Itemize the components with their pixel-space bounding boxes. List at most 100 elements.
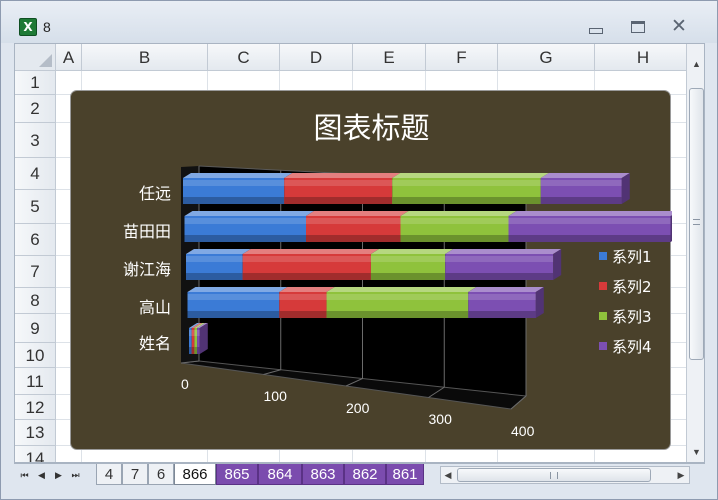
maximize-button[interactable] <box>626 17 650 37</box>
column-header[interactable]: F <box>426 44 498 71</box>
row-header[interactable]: 3 <box>15 123 56 158</box>
close-button[interactable]: ✕ <box>667 17 691 37</box>
minimize-button[interactable] <box>584 17 608 37</box>
chart-x-tick-label: 300 <box>428 411 452 428</box>
chart-bar-highlight <box>183 180 285 186</box>
column-header[interactable]: E <box>353 44 426 71</box>
vertical-scroll-thumb[interactable] <box>689 88 704 360</box>
sheet-tab[interactable]: 864 <box>258 464 302 485</box>
row-header[interactable]: 14 <box>15 446 56 462</box>
chart-bar-top <box>468 287 544 292</box>
chart-x-tick-label: 400 <box>511 423 535 439</box>
chart-bar-highlight <box>306 218 401 224</box>
row-header[interactable]: 10 <box>15 343 56 368</box>
chart-bar-side <box>553 249 562 280</box>
chart-bar-shadow <box>186 273 243 280</box>
scroll-down-arrow-icon[interactable]: ▼ <box>690 446 703 459</box>
chart-legend-item[interactable]: 系列1 <box>599 241 669 271</box>
sheet-tab[interactable]: 865 <box>216 464 258 485</box>
chart-category-label: 高山 <box>138 298 171 317</box>
chart-bar-shadow <box>400 235 509 242</box>
first-sheet-icon[interactable]: ⏮ <box>18 468 31 482</box>
row-header[interactable]: 8 <box>15 288 56 314</box>
scroll-left-arrow-icon[interactable]: ◀ <box>442 468 454 482</box>
chart-bar-shadow <box>242 273 371 280</box>
sheet-tab[interactable]: 863 <box>302 464 344 485</box>
sheet-tab[interactable]: 862 <box>344 464 386 485</box>
chart-bar-top <box>392 173 549 178</box>
select-all-corner[interactable] <box>15 44 56 71</box>
column-header[interactable]: C <box>208 44 280 71</box>
column-header[interactable]: B <box>82 44 208 71</box>
chart-bar-shadow <box>194 347 198 354</box>
column-header[interactable]: D <box>280 44 353 71</box>
sheet-tab[interactable]: 861 <box>386 464 424 485</box>
column-header[interactable]: A <box>56 44 82 71</box>
last-sheet-icon[interactable]: ⏭ <box>69 468 82 482</box>
next-sheet-icon[interactable]: ▶ <box>52 468 65 482</box>
row-header[interactable]: 2 <box>15 95 56 123</box>
worksheet-grid[interactable]: ABCDEFGH 1 2 3 4 5 6 7 8 9 10 11 12 13 14 图表标题 任远 苗田田谢… <box>14 43 705 463</box>
sheet-tab[interactable]: 866 <box>174 464 216 485</box>
chart-bar-group <box>183 173 630 204</box>
chart-bar-top <box>279 287 335 292</box>
chart-bar-shadow <box>392 197 541 204</box>
chart-x-tick-label: 0 <box>181 376 189 392</box>
chart-bar-top <box>445 249 562 254</box>
row-header[interactable]: 13 <box>15 420 56 446</box>
chart-bar-highlight <box>508 218 671 224</box>
vertical-scrollbar[interactable]: ▲ ▼ <box>686 44 704 462</box>
chart-bar-highlight <box>540 180 622 186</box>
horizontal-scroll-thumb[interactable] <box>457 468 651 482</box>
chart-bar-top <box>508 211 672 216</box>
chart-bar-highlight <box>194 330 198 336</box>
chart-bar-top <box>242 249 379 254</box>
chart-area[interactable]: 图表标题 任远 苗田田 谢江海 高山 姓名 0 100 200 300 400 系列1 系列2 系列… <box>70 90 672 450</box>
chart-bar-highlight <box>392 180 541 186</box>
chart-bar-shadow <box>326 311 469 318</box>
row-header[interactable]: 11 <box>15 368 56 395</box>
chart-bar-shadow <box>191 347 195 354</box>
row-header[interactable]: 1 <box>15 71 56 95</box>
chart-bar-shadow <box>370 273 446 280</box>
window-titlebar[interactable]: X 8 ✕ <box>1 1 717 43</box>
scroll-up-arrow-icon[interactable]: ▲ <box>690 58 703 71</box>
legend-swatch-icon <box>599 342 607 350</box>
chart-bar-highlight <box>184 218 306 224</box>
close-icon: ✕ <box>671 16 687 37</box>
column-header[interactable]: G <box>498 44 595 71</box>
chart-bar-shadow <box>306 235 401 242</box>
chart-x-tick-label: 100 <box>263 387 287 404</box>
chart-bar-group <box>184 211 672 242</box>
row-header[interactable]: 9 <box>15 314 56 343</box>
chart-bar-group <box>189 323 208 354</box>
chart-bar-shadow <box>468 311 536 318</box>
chart-bar-shadow <box>445 273 554 280</box>
row-header[interactable]: 4 <box>15 158 56 190</box>
column-header[interactable]: H <box>595 44 692 71</box>
chart-category-label: 姓名 <box>138 334 171 353</box>
chart-bar-top <box>186 249 251 254</box>
chart-title[interactable]: 图表标题 <box>71 105 672 147</box>
excel-icon[interactable]: X <box>19 18 37 36</box>
sheet-tab[interactable]: 7 <box>122 464 148 485</box>
chart-bar-highlight <box>326 294 469 300</box>
chart-legend-item[interactable]: 系列4 <box>599 331 669 361</box>
horizontal-scrollbar[interactable]: ◀ ▶ <box>440 466 690 484</box>
chart-legend-label: 系列2 <box>612 277 652 296</box>
chart-bar-side <box>535 287 544 318</box>
sheet-tab[interactable]: 6 <box>148 464 174 485</box>
chart-legend[interactable]: 系列1 系列2 系列3 系列4 <box>599 241 669 361</box>
scroll-right-arrow-icon[interactable]: ▶ <box>675 468 687 482</box>
chart-bar-highlight <box>189 330 192 336</box>
chart-legend-item[interactable]: 系列3 <box>599 301 669 331</box>
prev-sheet-icon[interactable]: ◀ <box>35 468 48 482</box>
row-header[interactable]: 5 <box>15 190 56 224</box>
sheet-tab[interactable]: 4 <box>96 464 122 485</box>
row-header[interactable]: 6 <box>15 224 56 256</box>
row-header[interactable]: 12 <box>15 395 56 420</box>
chart-bar-top <box>187 287 288 292</box>
row-header[interactable]: 7 <box>15 256 56 288</box>
chart-legend-item[interactable]: 系列2 <box>599 271 669 301</box>
select-all-triangle-icon <box>39 54 52 67</box>
